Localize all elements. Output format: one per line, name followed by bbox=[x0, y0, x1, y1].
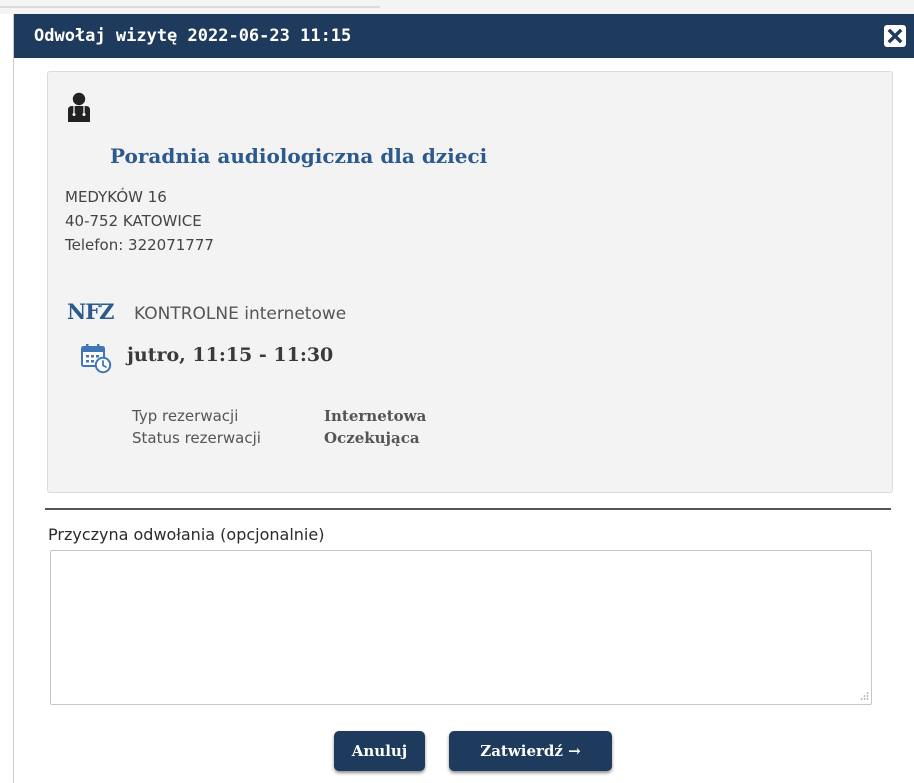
reservation-type-value: Internetowa bbox=[324, 407, 427, 425]
clinic-name: Poradnia audiologiczna dla dzieci bbox=[110, 144, 488, 168]
appointment-card: Poradnia audiologiczna dla dzieci MEDYKÓ… bbox=[47, 71, 893, 493]
page-backdrop bbox=[0, 0, 914, 14]
cancel-button[interactable]: Anuluj bbox=[334, 731, 425, 771]
clinic-city: 40-752 KATOWICE bbox=[65, 212, 202, 230]
reservation-type-label: Typ rezerwacji bbox=[132, 407, 239, 425]
doctor-icon bbox=[68, 92, 90, 122]
reason-label: Przyczyna odwołania (opcjonalnie) bbox=[48, 525, 325, 544]
reservation-status-value: Oczekująca bbox=[324, 429, 420, 447]
reservation-status-label: Status rezerwacji bbox=[132, 429, 261, 447]
dialog-titlebar: Odwołaj wizytę 2022-06-23 11:15 bbox=[14, 14, 914, 58]
clinic-street: MEDYKÓW 16 bbox=[65, 188, 167, 206]
visit-time: jutro, 11:15 - 11:30 bbox=[127, 344, 334, 366]
visit-type: KONTROLNE internetowe bbox=[134, 304, 347, 324]
confirm-button[interactable]: Zatwierdź → bbox=[449, 731, 612, 771]
nfz-logo: NFZ bbox=[67, 299, 114, 324]
reason-textarea[interactable] bbox=[50, 550, 872, 705]
clinic-phone: Telefon: 322071777 bbox=[65, 236, 214, 254]
calendar-clock-icon bbox=[81, 344, 112, 374]
close-button[interactable] bbox=[884, 25, 906, 47]
close-icon bbox=[887, 28, 903, 44]
backdrop-text-fragment bbox=[0, 6, 380, 8]
dialog-title: Odwołaj wizytę 2022-06-23 11:15 bbox=[34, 26, 352, 46]
cancel-visit-dialog: Odwołaj wizytę 2022-06-23 11:15 Poradnia… bbox=[13, 14, 914, 783]
section-divider bbox=[45, 508, 891, 510]
resize-grip-icon[interactable] bbox=[859, 691, 869, 701]
